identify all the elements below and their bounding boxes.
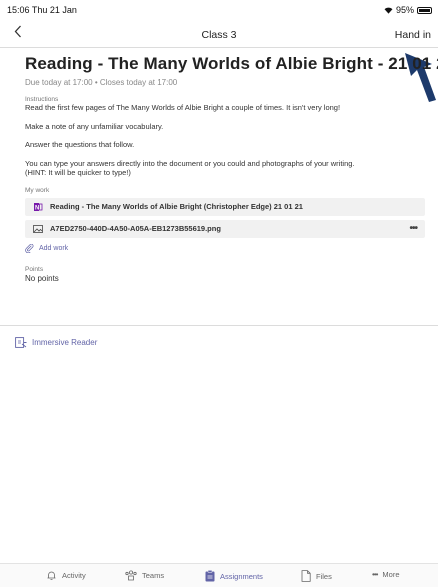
instruction-text: You can type your answers directly into … [25,158,355,168]
teams-icon [125,570,137,581]
hand-in-button[interactable]: Hand in [395,29,431,41]
nav-bar: Class 3 Hand in [0,22,438,48]
tab-label: Teams [142,571,165,580]
due-info: Due today at 17:00 • Closes today at 17:… [25,78,178,87]
tab-label: Activity [62,571,86,580]
due-date: Due today at 17:00 [25,78,93,87]
instruction-text: Answer the questions that follow. [25,140,135,149]
instruction-text: Read the first few pages of The Many Wor… [25,103,341,112]
battery-percent: 95% [395,5,414,15]
assignment-title: Reading - The Many Worlds of Albie Brigh… [25,54,438,73]
immersive-reader-label: Immersive Reader [32,338,98,347]
instruction-text: (HINT: It will be quicker to type!) [25,168,131,177]
points-value: No points [25,273,59,283]
add-work-button[interactable]: Add work [25,243,425,253]
immersive-reader-icon [15,337,27,348]
immersive-reader-button[interactable]: Immersive Reader [15,337,97,348]
tab-activity[interactable]: Activity [46,570,86,581]
more-options-button[interactable]: ••• [409,223,417,234]
tab-label: Files [316,571,332,581]
image-icon [33,224,43,233]
tab-teams[interactable]: Teams [125,570,164,581]
bell-icon [47,571,56,580]
assignment-details: Reading - The Many Worlds of Albie Brigh… [25,54,438,283]
close-date: Closes today at 17:00 [99,78,178,87]
work-item-document[interactable]: N Reading - The Many Worlds of Albie Bri… [25,197,425,216]
wifi-icon [384,7,393,14]
file-icon [301,570,311,582]
work-item-name: A7ED2750-440D-4A50-A05A-EB1273B55619.png [50,224,221,233]
points-label: Points [25,265,44,273]
battery-icon [417,6,432,14]
work-item-image[interactable]: A7ED2750-440D-4A50-A05A-EB1273B55619.png… [25,219,425,238]
svg-text:N: N [35,205,39,211]
status-indicators: 95% [384,5,432,15]
divider [0,325,438,326]
status-time: 15:06 Thu 21 Jan [7,5,77,15]
assignments-icon [205,570,215,582]
my-work-label: My work [25,186,50,194]
status-bar: 15:06 Thu 21 Jan 95% [0,0,438,22]
tab-bar: Activity Teams Assignments Files ••• Mor… [0,563,438,587]
work-item-name: Reading - The Many Worlds of Albie Brigh… [50,202,303,211]
tab-more[interactable]: ••• More [372,570,400,579]
page-title: Class 3 [201,29,237,41]
tab-assignments[interactable]: Assignments [205,570,263,582]
more-icon: ••• [372,570,378,579]
tab-label: Assignments [220,571,263,581]
tab-files[interactable]: Files [301,570,332,582]
paperclip-icon [25,243,34,253]
tab-label: More [382,570,400,579]
instructions-label: Instructions [25,96,59,103]
add-work-label: Add work [39,244,69,252]
onenote-icon: N [34,202,43,211]
instruction-text: Make a note of any unfamiliar vocabulary… [25,121,164,131]
